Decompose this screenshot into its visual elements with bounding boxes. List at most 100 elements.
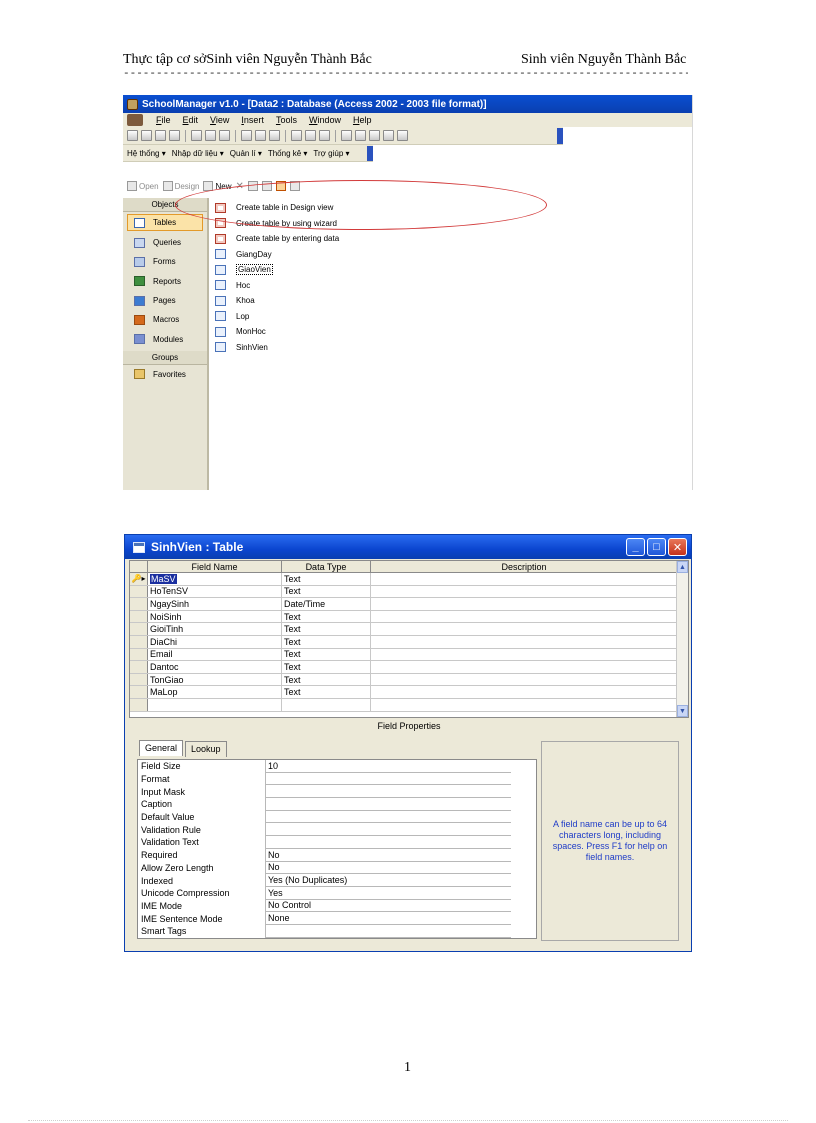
menu-edit[interactable]: Edit <box>178 115 204 125</box>
property-value[interactable] <box>265 772 511 786</box>
groups-header[interactable]: Groups <box>123 350 207 365</box>
table-row[interactable]: TonGiao Text <box>130 673 678 687</box>
data-type-cell[interactable]: Text <box>282 686 371 698</box>
table-row[interactable]: MaLop Text <box>130 686 678 699</box>
description-cell[interactable] <box>371 673 678 686</box>
objects-item-reports[interactable]: Reports <box>123 272 207 291</box>
copy-icon[interactable] <box>255 130 266 141</box>
scroll-up-icon[interactable]: ▲ <box>677 561 688 573</box>
field-name-cell[interactable]: Email <box>148 648 282 661</box>
custom-menu-tro-giup[interactable]: Trợ giúp ▾ <box>313 149 349 158</box>
property-value[interactable] <box>265 785 511 799</box>
table-row[interactable] <box>130 698 678 712</box>
description-cell[interactable] <box>371 661 678 673</box>
list-item-table-monhoc[interactable]: MonHoc <box>215 324 515 340</box>
table-row[interactable]: 🔑▸ MaSV Text <box>130 573 678 586</box>
paste-icon[interactable] <box>269 130 280 141</box>
field-name-cell[interactable]: HoTenSV <box>148 585 282 598</box>
spelling-icon[interactable] <box>219 130 230 141</box>
description-cell[interactable] <box>371 623 678 635</box>
row-selector[interactable] <box>130 635 148 648</box>
description-cell[interactable] <box>371 610 678 623</box>
list-item-table-giangday[interactable]: GiangDay <box>215 247 515 263</box>
data-type-cell[interactable]: Text <box>282 623 371 635</box>
menu-insert[interactable]: Insert <box>236 115 269 125</box>
property-value[interactable] <box>265 924 511 938</box>
scroll-down-icon[interactable]: ▼ <box>677 705 688 717</box>
field-name-cell[interactable]: GioiTinh <box>148 623 282 635</box>
description-cell[interactable] <box>371 648 678 661</box>
custom-menu-he-thong[interactable]: Hệ thống ▾ <box>127 149 166 158</box>
relationships-icon[interactable] <box>369 130 380 141</box>
row-selector[interactable] <box>130 598 148 610</box>
data-type-cell[interactable]: Text <box>282 610 371 623</box>
open-button[interactable]: Open <box>127 181 159 191</box>
list-item-table-hoc[interactable]: Hoc <box>215 278 515 294</box>
data-type-cell[interactable]: Text <box>282 661 371 673</box>
custom-menu-quan-li[interactable]: Quản lí ▾ <box>230 149 262 158</box>
row-selector[interactable] <box>130 585 148 598</box>
toolbar-options-icon[interactable] <box>557 127 563 144</box>
menu-file[interactable]: File <box>151 115 176 125</box>
list-item-table-giaovien[interactable]: GiaoVien <box>215 262 515 278</box>
row-selector[interactable] <box>130 686 148 698</box>
row-selector[interactable] <box>130 698 148 711</box>
property-value[interactable]: No <box>265 861 511 875</box>
objects-item-pages[interactable]: Pages <box>123 291 207 310</box>
objects-item-forms[interactable]: Forms <box>123 252 207 271</box>
save-icon[interactable] <box>155 130 166 141</box>
objects-item-tables[interactable]: Tables <box>127 214 203 231</box>
menu-view[interactable]: View <box>205 115 234 125</box>
data-type-cell[interactable]: Text <box>282 648 371 661</box>
undo-icon[interactable] <box>291 130 302 141</box>
table-row[interactable]: Email Text <box>130 648 678 662</box>
menu-window[interactable]: Window <box>304 115 346 125</box>
objects-item-modules[interactable]: Modules <box>123 329 207 348</box>
maximize-button[interactable]: □ <box>647 538 666 556</box>
field-name-cell[interactable]: TonGiao <box>148 673 282 686</box>
row-selector[interactable] <box>130 673 148 686</box>
open-folder-icon[interactable] <box>141 130 152 141</box>
property-value[interactable]: No Control <box>265 899 511 913</box>
property-value[interactable]: None <box>265 912 511 925</box>
description-cell[interactable] <box>371 635 678 648</box>
table-row[interactable]: DiaChi Text <box>130 635 678 649</box>
field-name-cell[interactable]: DiaChi <box>148 635 282 648</box>
description-cell[interactable] <box>371 598 678 610</box>
list-item-table-khoa[interactable]: Khoa <box>215 293 515 309</box>
properties-icon[interactable] <box>355 130 366 141</box>
help-icon[interactable] <box>397 130 408 141</box>
row-selector[interactable] <box>130 648 148 661</box>
toolbar-options-icon[interactable] <box>367 145 373 161</box>
property-value[interactable] <box>265 798 511 811</box>
row-selector[interactable] <box>130 610 148 623</box>
description-cell[interactable] <box>371 698 678 711</box>
data-type-cell[interactable]: Text <box>282 585 371 598</box>
description-cell[interactable] <box>371 686 678 698</box>
row-selector[interactable] <box>130 661 148 673</box>
data-type-cell[interactable]: Text <box>282 673 371 686</box>
data-type-cell[interactable]: Date/Time <box>282 598 371 610</box>
table-row[interactable]: GioiTinh Text <box>130 623 678 636</box>
list-item-create-entering-data[interactable]: Create table by entering data <box>215 231 515 247</box>
property-value[interactable]: Yes (No Duplicates) <box>265 874 511 887</box>
field-name-cell[interactable]: MaSV <box>148 573 282 585</box>
analyze-icon[interactable] <box>319 130 330 141</box>
vertical-scrollbar[interactable]: ▲ ▼ <box>676 561 688 717</box>
groups-item-favorites[interactable]: Favorites <box>123 365 207 384</box>
property-value[interactable] <box>265 823 511 837</box>
code-icon[interactable] <box>341 130 352 141</box>
custom-menu-thong-ke[interactable]: Thống kê ▾ <box>268 149 308 158</box>
property-value[interactable]: No <box>265 848 511 862</box>
cut-icon[interactable] <box>241 130 252 141</box>
field-name-cell[interactable]: MaLop <box>148 686 282 698</box>
minimize-button[interactable]: _ <box>626 538 645 556</box>
field-name-cell[interactable]: NgaySinh <box>148 598 282 610</box>
field-name-cell[interactable]: Dantoc <box>148 661 282 673</box>
close-button[interactable]: ✕ <box>668 538 687 556</box>
property-value[interactable]: 10 <box>265 760 511 773</box>
description-cell[interactable] <box>371 585 678 598</box>
list-item-table-sinhvien[interactable]: SinhVien <box>215 340 515 356</box>
data-type-cell[interactable] <box>282 698 371 711</box>
list-item-table-lop[interactable]: Lop <box>215 309 515 325</box>
